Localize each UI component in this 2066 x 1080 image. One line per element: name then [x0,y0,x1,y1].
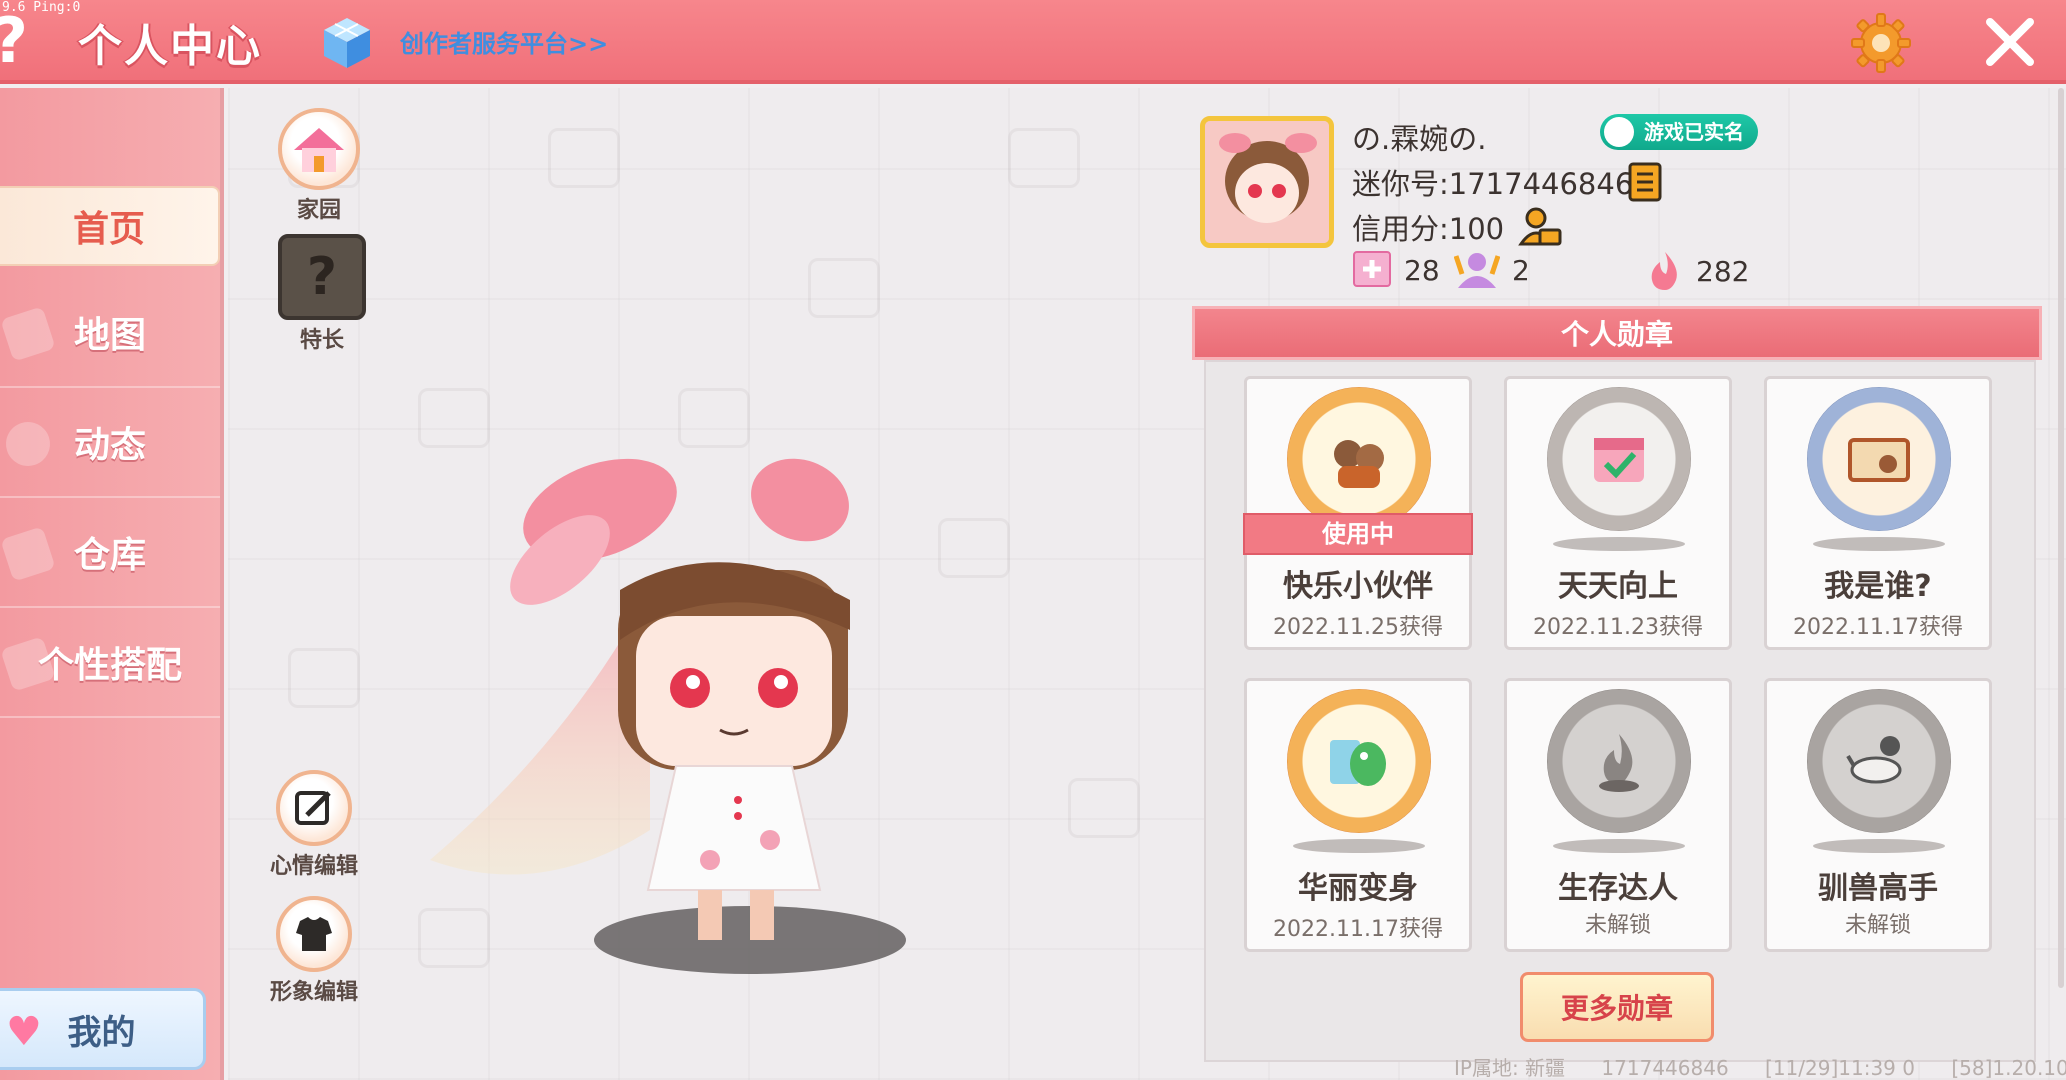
badge-card[interactable]: 华丽变身 2022.11.17获得 [1244,678,1472,952]
badge-date: 2022.11.17获得 [1273,917,1443,942]
page-title: 个人中心 [78,21,262,72]
badge-name: 快乐小伙伴 [1283,569,1433,604]
bg-pattern [548,128,620,188]
sidebar-item-feed[interactable]: 动态 [0,388,220,498]
sidebar-item-map[interactable]: 地图 [0,278,220,388]
id-card-medal-icon [1807,387,1951,531]
player-character[interactable] [420,420,940,980]
close-icon[interactable] [1980,12,2040,72]
mood-edit-button[interactable]: 心情编辑 [270,770,358,880]
nickname: の.霖婉の. [1352,122,1487,156]
avatar-edit-label: 形象编辑 [270,980,359,1005]
badge-locked-status: 未解锁 [1584,913,1651,938]
badge-card[interactable]: 使用中 快乐小伙伴 2022.11.25获得 [1243,376,1473,650]
badge-name: 我是谁? [1824,569,1932,604]
badge-name: 华丽变身 [1298,871,1418,906]
gear-icon[interactable] [1850,12,1912,74]
footer-info: IP属地: 新疆 1717446846 [11/29]11:39 0 [58]1… [1454,1052,2066,1080]
fans-icon [1454,253,1500,288]
map-deco-icon [0,306,56,362]
sidebar: 首页 地图 动态 仓库 个性搭配 [0,88,224,1080]
in-use-tag: 使用中 [1243,513,1473,555]
sidebar-item-label: 仓库 [73,535,146,576]
my-tab-label: 我的 [67,1012,136,1053]
more-badges-button[interactable]: 更多勋章 [1520,972,1714,1042]
stat-fans[interactable]: 2 [1454,250,1530,290]
sidebar-item-label: 动态 [73,425,146,466]
bg-pattern [1008,128,1080,188]
question-block-icon: ? [278,234,366,320]
person-check-icon [1604,117,1634,147]
badge-section-title: 个人勋章 [1192,306,2042,360]
badge-name: 驯兽高手 [1818,871,1938,906]
credit-score: 信用分:100 [1352,212,1505,246]
badge-name: 生存达人 [1558,871,1678,906]
sidebar-item-label: 地图 [73,315,146,356]
footer-time: [11/29]11:39 0 [1765,1056,1915,1080]
verified-label: 游戏已实名 [1644,120,1744,144]
sidebar-item-label: 首页 [72,209,145,250]
sidebar-item-outfit[interactable]: 个性搭配 [0,608,220,718]
top-bar: 9.6 Ping:0 ? 个人中心 创作者服务平台>> [0,0,2066,84]
badge-locked-status: 未解锁 [1844,913,1911,938]
badge-name: 天天向上 [1558,569,1678,604]
medal-shadow [1553,839,1685,853]
badge-card[interactable]: 驯兽高手 未解锁 [1764,678,1992,952]
calendar-medal-icon [1547,387,1691,531]
medal-shadow [1813,839,1945,853]
avatar-edit-button[interactable]: 形象编辑 [270,896,358,1006]
person-card-icon[interactable] [1518,206,1562,248]
specialty-button[interactable]: ? 特长 [278,234,366,354]
avatar[interactable] [1200,116,1334,248]
flame-icon [1651,252,1677,290]
home-icon [278,108,360,190]
my-tab[interactable]: ♥ 我的 [0,988,206,1070]
campfire-medal-icon [1547,689,1691,833]
badge-card[interactable]: 我是谁? 2022.11.17获得 [1764,376,1992,650]
sidebar-item-label: 个性搭配 [37,645,182,686]
warehouse-deco-icon [0,526,56,582]
bg-pattern [1068,778,1140,838]
stat-popularity[interactable]: 282 [1646,250,1749,292]
specialty-label: 特长 [299,328,344,353]
scrollbar[interactable] [2058,88,2064,988]
badge-date: 2022.11.23获得 [1533,615,1703,640]
medal-shadow [1553,537,1685,551]
sidebar-item-home[interactable]: 首页 [0,186,220,266]
footer-version: [58]1.20.10 [1951,1056,2066,1080]
badge-card[interactable]: 天天向上 2022.11.23获得 [1504,376,1732,650]
mini-id: 迷你号:1717446846 [1352,167,1634,201]
badge-card[interactable]: 生存达人 未解锁 [1504,678,1732,952]
badge-date: 2022.11.25获得 [1273,615,1443,640]
cube-icon[interactable] [322,16,372,70]
home-button[interactable]: 家园 [278,108,360,224]
mood-edit-label: 心情编辑 [270,854,359,879]
stat-popularity-value: 282 [1696,254,1750,288]
home-label: 家园 [296,198,341,223]
ip-location: IP属地: 新疆 [1454,1056,1566,1080]
medal-shadow [1293,839,1425,853]
bg-pattern [808,258,880,318]
happy-buddy-medal-icon [1287,387,1431,531]
creator-platform-link[interactable]: 创作者服务平台>> [400,24,608,59]
sidebar-item-warehouse[interactable]: 仓库 [0,498,220,608]
badge-date: 2022.11.17获得 [1793,615,1963,640]
edit-icon [276,770,352,846]
footer-id: 1717446846 [1601,1056,1729,1080]
copy-icon[interactable] [1628,162,1664,202]
feed-deco-icon [0,416,56,472]
bg-pattern [938,518,1010,578]
medal-shadow [1813,537,1945,551]
bg-pattern [288,648,360,708]
horse-rider-medal-icon [1807,689,1951,833]
verified-badge: 游戏已实名 [1600,114,1758,150]
plus-flag-icon [1353,251,1391,287]
stat-fans-value: 2 [1512,253,1530,287]
heart-icon: ♥ [6,1009,42,1055]
outfit-icon [276,896,352,972]
stat-plus-value: 28 [1404,253,1440,287]
stat-plus[interactable]: 28 [1352,250,1440,290]
help-icon[interactable]: ? [0,6,28,76]
transform-medal-icon [1287,689,1431,833]
